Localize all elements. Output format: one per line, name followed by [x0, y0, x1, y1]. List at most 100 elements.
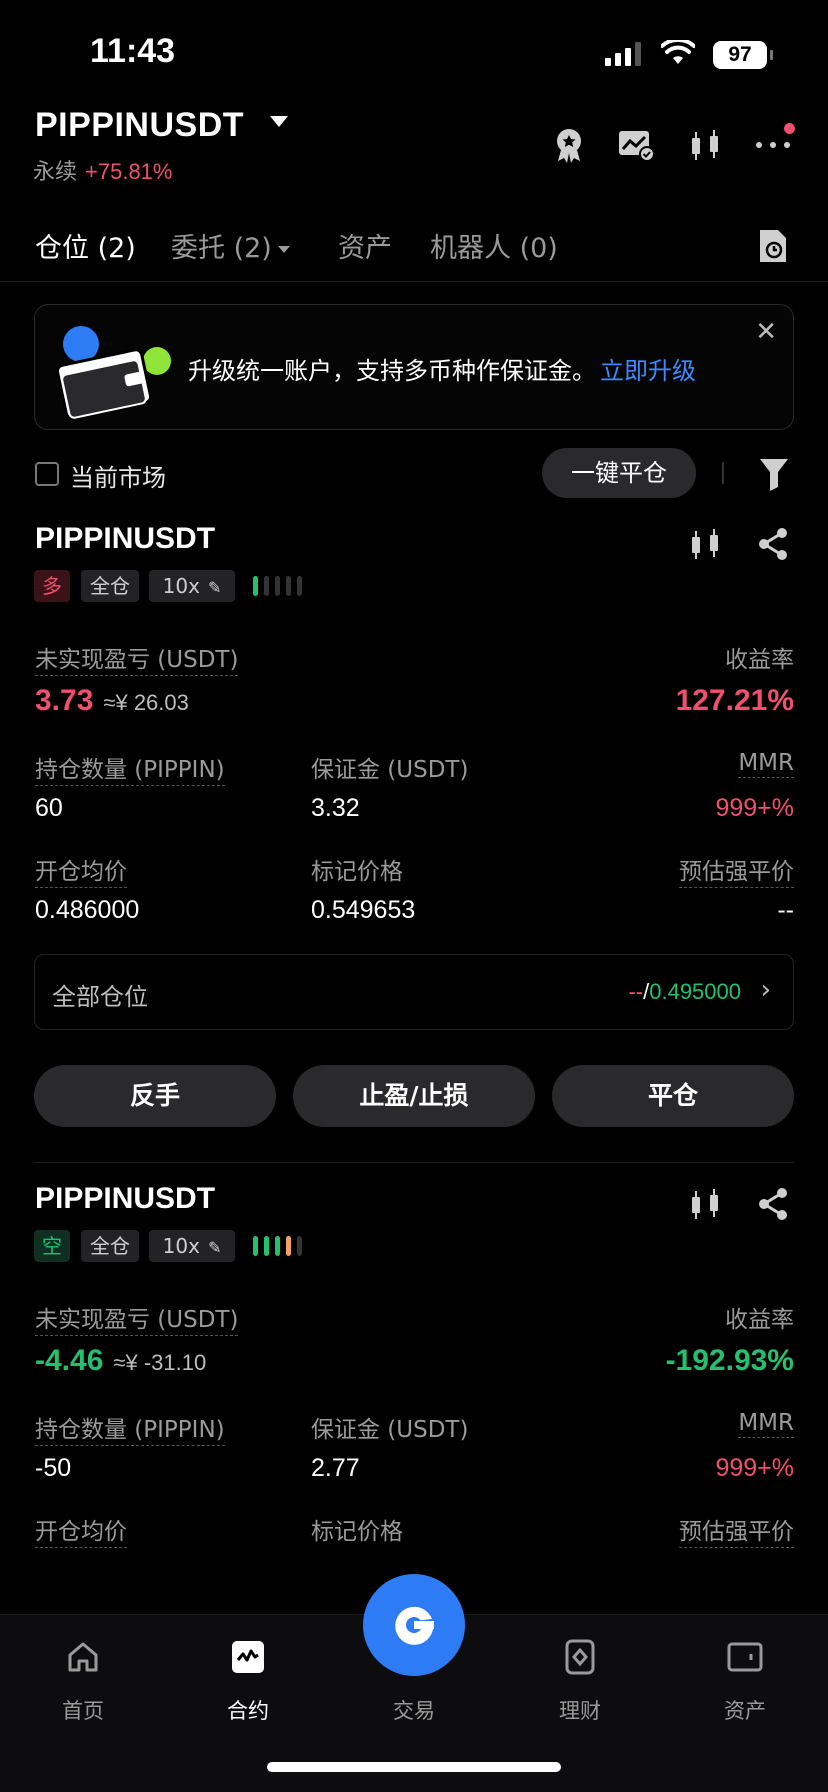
nav-futures-label: 合约	[227, 1699, 269, 1723]
position-size-label[interactable]: 持仓数量 (PIPPIN)	[35, 1410, 225, 1446]
leverage-button[interactable]: 10x ✎	[149, 1230, 235, 1262]
margin-mode-badge: 全仓	[81, 1230, 139, 1262]
candlestick-chart-icon[interactable]	[685, 524, 725, 564]
entry-price-label[interactable]: 开仓均价	[35, 1512, 127, 1548]
chart-settings-icon[interactable]	[614, 123, 658, 167]
margin-mode-badge: 全仓	[81, 570, 139, 602]
status-time: 11:43	[90, 32, 176, 70]
trade-icon	[395, 1606, 436, 1645]
tab-assets[interactable]: 资产	[338, 226, 392, 265]
nav-assets-label: 资产	[724, 1699, 766, 1723]
position-size-label[interactable]: 持仓数量 (PIPPIN)	[35, 750, 225, 786]
share-icon[interactable]	[753, 1184, 793, 1224]
divider	[722, 462, 724, 484]
history-document-icon[interactable]	[757, 228, 789, 264]
mmr-label[interactable]: MMR	[738, 1410, 794, 1438]
tab-positions[interactable]: 仓位 (2)	[35, 226, 136, 265]
nav-home[interactable]: 首页	[28, 1615, 138, 1725]
divider	[34, 1162, 794, 1163]
chevron-right-icon: ›	[760, 975, 771, 1005]
reverse-button[interactable]: 反手	[34, 1065, 276, 1127]
nav-futures[interactable]: 合约	[193, 1615, 303, 1725]
unrealized-pnl-label[interactable]: 未实现盈亏 (USDT)	[35, 1300, 239, 1336]
mmr-value: 999+%	[715, 794, 794, 822]
margin-label: 保证金 (USDT)	[311, 1417, 469, 1443]
home-icon	[68, 1642, 98, 1672]
home-indicator	[267, 1762, 561, 1772]
tab-bots[interactable]: 机器人 (0)	[430, 226, 558, 265]
leverage-value: 10x	[162, 1234, 200, 1258]
trade-fab-button[interactable]	[363, 1574, 465, 1676]
battery-icon: 97	[713, 41, 773, 69]
award-icon[interactable]	[547, 123, 591, 167]
upgrade-banner[interactable]: 升级统一账户，支持多币种作保证金。 立即升级 ✕	[34, 304, 794, 430]
banner-message: 升级统一账户，支持多币种作保证金。	[188, 357, 596, 385]
position-card: PIPPINUSDT 空 全仓 10x ✎ 未实现盈亏 (USDT) 收益率 -4…	[0, 1182, 828, 1562]
entry-price-label[interactable]: 开仓均价	[35, 852, 127, 888]
price-change: +75.81%	[85, 159, 173, 184]
margin-value: 2.77	[311, 1454, 360, 1482]
close-icon[interactable]: ✕	[755, 319, 777, 345]
margin-value: 3.32	[311, 794, 360, 822]
all-positions-label: 全部仓位	[52, 983, 148, 1011]
roe-value: -192.93%	[665, 1344, 794, 1377]
filter-icon[interactable]	[758, 456, 790, 492]
earn-icon	[565, 1639, 595, 1675]
pnl-usdt: -4.46	[35, 1344, 104, 1377]
cellular-signal-icon	[605, 42, 641, 66]
symbol-title[interactable]: PIPPINUSDT	[35, 106, 244, 145]
close-all-button[interactable]: 一键平仓	[542, 448, 696, 498]
liq-price-label[interactable]: 预估强平价	[679, 852, 794, 888]
side-badge: 空	[34, 1230, 70, 1262]
mmr-value: 999+%	[715, 1454, 794, 1482]
contract-type: 永续	[33, 160, 78, 185]
tp-sl-button[interactable]: 止盈/止损	[293, 1065, 535, 1127]
current-market-checkbox[interactable]	[35, 462, 59, 486]
nav-earn[interactable]: 理财	[525, 1615, 635, 1725]
liq-price-label[interactable]: 预估强平价	[679, 1512, 794, 1548]
edit-icon: ✎	[207, 1238, 222, 1257]
nav-assets[interactable]: 资产	[690, 1615, 800, 1725]
tab-orders[interactable]: 委托 (2)	[171, 226, 290, 265]
candlestick-chart-icon[interactable]	[685, 1184, 725, 1224]
roe-label: 收益率	[725, 647, 794, 673]
all-positions-value: --/0.495000	[628, 979, 741, 1005]
nav-earn-label: 理财	[559, 1699, 601, 1723]
position-tabs: 仓位 (2) 委托 (2) 资产 机器人 (0)	[0, 220, 828, 282]
tab-orders-label: 委托 (2)	[171, 233, 272, 264]
nav-home-label: 首页	[62, 1699, 104, 1723]
pnl-cny: ≈¥ -31.10	[113, 1350, 207, 1375]
filter-row: 当前市场 一键平仓	[0, 448, 828, 502]
share-icon[interactable]	[753, 524, 793, 564]
position-size-value: 60	[35, 794, 63, 822]
position-symbol[interactable]: PIPPINUSDT	[35, 522, 215, 556]
mark-price-value: 0.549653	[311, 896, 416, 924]
leverage-button[interactable]: 10x ✎	[149, 570, 235, 602]
candlestick-chart-icon[interactable]	[683, 123, 727, 167]
upgrade-now-link[interactable]: 立即升级	[600, 357, 696, 385]
chevron-down-icon	[277, 246, 290, 253]
all-positions-tp: --	[628, 979, 644, 1004]
banner-text: 升级统一账户，支持多币种作保证金。 立即升级	[188, 351, 696, 386]
mmr-label[interactable]: MMR	[738, 750, 794, 778]
symbol-subline: 永续 +75.81%	[33, 154, 172, 186]
risk-level-indicator	[253, 1236, 302, 1256]
all-positions-sl: 0.495000	[649, 979, 741, 1004]
unrealized-pnl-label[interactable]: 未实现盈亏 (USDT)	[35, 640, 239, 676]
symbol-dropdown-icon[interactable]	[270, 116, 288, 127]
position-symbol[interactable]: PIPPINUSDT	[35, 1182, 215, 1216]
current-market-label[interactable]: 当前市场	[70, 458, 166, 493]
more-icon[interactable]	[751, 123, 795, 167]
mark-price-label: 标记价格	[311, 859, 403, 885]
wifi-icon	[661, 40, 695, 64]
wallet-icon	[727, 1642, 763, 1672]
status-bar: 11:43 97	[0, 0, 828, 110]
all-positions-row[interactable]: 全部仓位 --/0.495000 ›	[34, 954, 794, 1030]
risk-level-indicator	[253, 576, 302, 596]
header: PIPPINUSDT 永续 +75.81%	[0, 98, 828, 190]
close-position-button[interactable]: 平仓	[552, 1065, 794, 1127]
position-card: PIPPINUSDT 多 全仓 10x ✎ 未实现盈亏 (USDT) 收益率 3.…	[0, 522, 828, 1127]
roe-label: 收益率	[725, 1307, 794, 1333]
mark-price-label: 标记价格	[311, 1519, 403, 1545]
position-size-value: -50	[35, 1454, 72, 1482]
